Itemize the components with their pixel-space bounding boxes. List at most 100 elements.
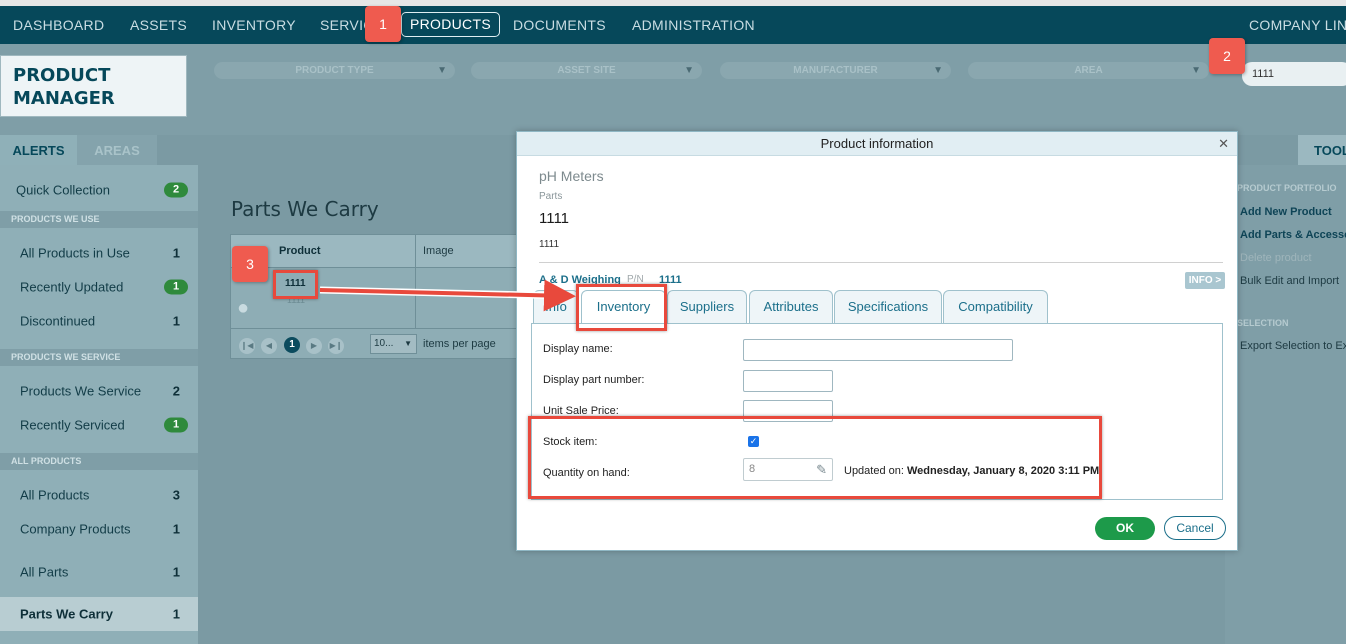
callout-step-2: 2 bbox=[1209, 38, 1245, 74]
nav-dashboard[interactable]: DASHBOARD bbox=[13, 6, 104, 44]
tab-tools[interactable]: TOOL bbox=[1298, 135, 1346, 165]
sidebar-item-label: Recently Updated bbox=[20, 279, 124, 295]
sidebar-item-we-service[interactable]: Products We Service 2 bbox=[0, 374, 198, 408]
highlight-inventory-tab bbox=[576, 284, 667, 331]
column-divider bbox=[415, 268, 416, 328]
sidebar-item-company-products[interactable]: Company Products 1 bbox=[0, 512, 198, 546]
count-badge: 1 bbox=[164, 279, 188, 295]
grid-header: Product Image bbox=[231, 235, 531, 268]
ok-button[interactable]: OK bbox=[1095, 517, 1155, 540]
product-thumbnail-icon: ● bbox=[237, 297, 250, 319]
bulk-edit-link[interactable]: Bulk Edit and Import bbox=[1240, 275, 1339, 287]
sidebar-item-all-parts[interactable]: All Parts 1 bbox=[0, 555, 198, 589]
sidebar-item-label: Parts We Carry bbox=[20, 606, 113, 622]
highlight-product-link bbox=[273, 270, 318, 299]
sidebar-item-parts-we-carry[interactable]: Parts We Carry 1 bbox=[0, 597, 198, 631]
count: 1 bbox=[172, 313, 180, 329]
chevron-down-icon: ▼ bbox=[1191, 65, 1201, 76]
product-code: 1111 bbox=[539, 239, 560, 250]
sidebar-item-discontinued[interactable]: Discontinued 1 bbox=[0, 304, 198, 338]
sidebar-item-recently-serviced[interactable]: Recently Serviced 1 bbox=[0, 408, 198, 442]
pager: ❙◀ ◀ 1 ▶ ▶❙ 10... ▼ items per page bbox=[231, 328, 531, 360]
count-badge: 1 bbox=[164, 417, 188, 433]
filter-label: ASSET SITE bbox=[557, 65, 616, 76]
nav-products[interactable]: PRODUCTS bbox=[401, 12, 500, 37]
filter-area[interactable]: AREA ▼ bbox=[968, 62, 1209, 79]
page-title: Parts We Carry bbox=[231, 197, 379, 221]
tab-alerts[interactable]: ALERTS bbox=[0, 135, 77, 165]
count: 1 bbox=[172, 606, 180, 622]
filter-product-type[interactable]: PRODUCT TYPE ▼ bbox=[214, 62, 455, 79]
tab-attributes[interactable]: Attributes bbox=[749, 290, 833, 323]
display-part-number-input[interactable] bbox=[743, 370, 833, 392]
tab-areas[interactable]: AREAS bbox=[77, 135, 157, 165]
filter-manufacturer[interactable]: MANUFACTURER ▼ bbox=[720, 62, 951, 79]
count: 1 bbox=[172, 564, 180, 580]
add-new-product-link[interactable]: Add New Product bbox=[1240, 206, 1332, 218]
section-header-all: ALL PRODUCTS bbox=[0, 453, 198, 470]
filter-label: MANUFACTURER bbox=[793, 65, 878, 76]
divider bbox=[539, 262, 1223, 263]
chevron-down-icon: ▼ bbox=[437, 65, 447, 76]
sidebar-item-quick-collection[interactable]: Quick Collection 2 bbox=[0, 173, 198, 207]
add-parts-link[interactable]: Add Parts & Accessor bbox=[1240, 229, 1346, 241]
sidebar-item-all-products[interactable]: All Products 3 bbox=[0, 478, 198, 512]
export-selection-link[interactable]: Export Selection to Ex bbox=[1240, 340, 1346, 352]
last-page-icon[interactable]: ▶❙ bbox=[328, 338, 344, 354]
sidebar-item-label: Quick Collection bbox=[16, 182, 110, 198]
sidebar-item-all-in-use[interactable]: All Products in Use 1 bbox=[0, 236, 198, 270]
title-line-2: MANAGER bbox=[13, 88, 115, 109]
nav-documents[interactable]: DOCUMENTS bbox=[513, 6, 606, 44]
sidebar-item-label: All Products in Use bbox=[20, 245, 130, 261]
next-page-icon[interactable]: ▶ bbox=[306, 338, 322, 354]
sidebar-item-label: Discontinued bbox=[20, 313, 96, 329]
nav-administration[interactable]: ADMINISTRATION bbox=[632, 6, 755, 44]
column-header-image[interactable]: Image bbox=[423, 245, 454, 257]
highlight-stock-fields bbox=[528, 416, 1102, 499]
tab-compatibility[interactable]: Compatibility bbox=[943, 290, 1048, 323]
section-header-selection: SELECTION bbox=[1237, 318, 1289, 328]
count: 1 bbox=[172, 245, 180, 261]
display-part-number-label: Display part number: bbox=[543, 374, 645, 386]
tab-suppliers[interactable]: Suppliers bbox=[667, 290, 747, 323]
page-size-label: items per page bbox=[423, 338, 496, 350]
filter-asset-site[interactable]: ASSET SITE ▼ bbox=[471, 62, 702, 79]
count: 2 bbox=[172, 383, 180, 399]
product-type: Parts bbox=[539, 191, 563, 202]
column-header-product[interactable]: Product bbox=[279, 245, 321, 257]
cancel-button[interactable]: Cancel bbox=[1164, 516, 1226, 540]
chevron-down-icon: ▼ bbox=[684, 65, 694, 76]
current-page[interactable]: 1 bbox=[284, 337, 300, 353]
tab-specifications[interactable]: Specifications bbox=[834, 290, 942, 323]
page-size-select[interactable]: 10... ▼ bbox=[370, 334, 417, 354]
sidebar-item-label: Recently Serviced bbox=[20, 417, 125, 433]
product-name: 1111 bbox=[539, 210, 570, 227]
title-line-1: PRODUCT bbox=[13, 65, 111, 86]
header-band bbox=[0, 44, 1346, 135]
display-name-input[interactable] bbox=[743, 339, 1013, 361]
first-page-icon[interactable]: ❙◀ bbox=[239, 338, 255, 354]
nav-company-link[interactable]: COMPANY LINK bbox=[1249, 6, 1346, 44]
display-name-label: Display name: bbox=[543, 343, 613, 355]
sidebar-item-label: Products We Service bbox=[20, 383, 142, 399]
section-header-service: PRODUCTS WE SERVICE bbox=[0, 349, 198, 366]
tab-info[interactable]: Info bbox=[533, 290, 579, 323]
filter-label: AREA bbox=[1074, 65, 1103, 76]
chevron-down-icon: ▼ bbox=[404, 339, 412, 348]
product-manager-title: PRODUCT MANAGER bbox=[0, 55, 187, 117]
info-button[interactable]: INFO > bbox=[1185, 272, 1225, 289]
callout-step-3: 3 bbox=[232, 246, 268, 282]
nav-inventory[interactable]: INVENTORY bbox=[212, 6, 296, 44]
search-input[interactable]: 1111 bbox=[1242, 62, 1346, 86]
sidebar-item-recently-updated[interactable]: Recently Updated 1 bbox=[0, 270, 198, 304]
section-header-portfolio: PRODUCT PORTFOLIO bbox=[1237, 183, 1337, 193]
count: 3 bbox=[172, 487, 180, 503]
nav-assets[interactable]: ASSETS bbox=[130, 6, 187, 44]
top-nav: DASHBOARD ASSETS INVENTORY SERVIC PRODUC… bbox=[0, 6, 1346, 44]
callout-step-1: 1 bbox=[365, 6, 401, 42]
prev-page-icon[interactable]: ◀ bbox=[261, 338, 277, 354]
filter-label: PRODUCT TYPE bbox=[295, 65, 374, 76]
sidebar-item-label: All Parts bbox=[20, 564, 69, 580]
close-icon[interactable]: ✕ bbox=[1218, 137, 1229, 150]
count: 1 bbox=[172, 521, 180, 537]
